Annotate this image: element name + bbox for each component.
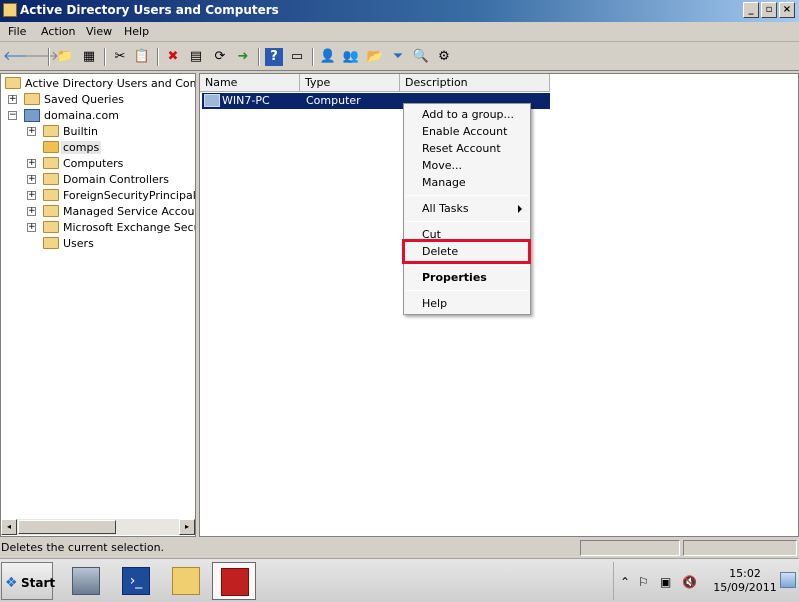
window-titlebar[interactable]: Active Directory Users and Computers _ ▫…: [0, 0, 799, 22]
column-type[interactable]: Type: [300, 74, 400, 92]
powershell-taskbar-button[interactable]: ›_: [114, 562, 158, 600]
expand-icon[interactable]: +: [27, 127, 36, 136]
folder-icon: [43, 237, 59, 249]
menu-separator: [406, 290, 528, 291]
collapse-icon[interactable]: −: [8, 111, 17, 120]
expand-icon[interactable]: +: [27, 159, 36, 168]
copy-icon[interactable]: 📋: [133, 48, 151, 66]
back-arrow-icon[interactable]: 🡐: [3, 48, 38, 66]
powershell-icon: ›_: [122, 567, 150, 595]
menu-item-help[interactable]: Help: [422, 297, 447, 310]
toolbar: 🡐 🡒 📁 ▦ ✂ 📋 ✖ ▤ ⟳ ➜ ? ▭ 👤 👥 📂 ⏷ 🔍 ⚙: [0, 43, 799, 71]
menu-separator: [406, 221, 528, 222]
app-icon: [3, 3, 17, 17]
action-center-flag-icon[interactable]: ⚐: [638, 575, 649, 589]
menu-view[interactable]: View: [86, 25, 112, 38]
filter-icon[interactable]: ⏷: [389, 48, 407, 66]
forward-arrow-icon[interactable]: 🡒: [24, 48, 59, 66]
restore-button[interactable]: ▫: [761, 2, 777, 18]
folder-icon: [24, 93, 40, 105]
folder-icon: [43, 173, 59, 185]
show-hide-tree-icon[interactable]: ▦: [80, 48, 98, 66]
help-icon[interactable]: ?: [265, 48, 283, 66]
folder-icon: [5, 77, 21, 89]
console-tree[interactable]: Active Directory Users and Comput + Save…: [0, 73, 196, 537]
explorer-taskbar-button[interactable]: [164, 562, 208, 600]
add-to-group-icon[interactable]: ⚙: [435, 48, 453, 66]
context-menu: Add to a group... Enable Account Reset A…: [402, 103, 531, 315]
volume-muted-icon[interactable]: 🔇: [682, 575, 697, 589]
scroll-right-icon[interactable]: ▸: [179, 519, 195, 535]
notification-area: ⌃ ⚐ ▣ 🔇 15:02 15/09/2011: [613, 562, 799, 600]
menu-action[interactable]: Action: [41, 25, 75, 38]
menu-help[interactable]: Help: [124, 25, 149, 38]
show-hidden-icons-icon[interactable]: ⌃: [620, 575, 630, 589]
folder-icon: [43, 157, 59, 169]
column-description[interactable]: Description: [400, 74, 550, 92]
computer-icon: [204, 94, 220, 107]
menu-item-all-tasks[interactable]: All Tasks: [422, 202, 469, 215]
expand-icon[interactable]: +: [27, 207, 36, 216]
up-folder-icon[interactable]: 📁: [56, 48, 74, 66]
column-name[interactable]: Name: [200, 74, 300, 92]
scroll-thumb[interactable]: [18, 520, 116, 534]
tree-horizontal-scrollbar[interactable]: ◂ ▸: [1, 519, 195, 535]
window-title: Active Directory Users and Computers: [20, 3, 279, 17]
clock[interactable]: 15:02 15/09/2011: [710, 567, 780, 595]
expand-icon[interactable]: +: [27, 175, 36, 184]
row-name: WIN7-PC: [222, 94, 270, 107]
network-icon[interactable]: ▣: [660, 575, 671, 589]
folder-icon: [43, 221, 59, 233]
menu-item-add-to-group[interactable]: Add to a group...: [422, 108, 514, 121]
explorer-folder-icon: [172, 567, 200, 595]
windows-logo-icon: ❖: [5, 575, 18, 591]
scroll-left-icon[interactable]: ◂: [1, 519, 17, 535]
expand-icon[interactable]: +: [27, 191, 36, 200]
menu-item-enable-account[interactable]: Enable Account: [422, 125, 507, 138]
show-desktop-icon[interactable]: [780, 572, 796, 588]
server-manager-icon: [72, 567, 100, 595]
menu-item-properties[interactable]: Properties: [422, 271, 487, 284]
menu-item-move[interactable]: Move...: [422, 159, 462, 172]
new-group-icon[interactable]: 👥: [342, 48, 360, 66]
server-manager-taskbar-button[interactable]: [64, 562, 108, 600]
find-icon[interactable]: 🔍: [412, 48, 430, 66]
row-type: Computer: [306, 94, 361, 107]
menu-item-reset-account[interactable]: Reset Account: [422, 142, 501, 155]
start-button[interactable]: ❖ Start: [1, 562, 55, 600]
menu-separator: [406, 265, 528, 266]
aduc-taskbar-button[interactable]: [212, 562, 256, 600]
aduc-toolbox-icon: [221, 568, 249, 596]
taskbar: ❖ Start ›_ ⌃ ⚐ ▣ 🔇 15:02 15/09/2011: [0, 558, 799, 602]
menu-item-manage[interactable]: Manage: [422, 176, 466, 189]
status-panel: [580, 540, 680, 556]
folder-icon: [43, 205, 59, 217]
cut-icon[interactable]: ✂: [111, 48, 129, 66]
minimize-button[interactable]: _: [743, 2, 759, 18]
new-ou-icon[interactable]: 📂: [366, 48, 384, 66]
status-text: Deletes the current selection.: [1, 541, 165, 554]
properties-icon[interactable]: ▤: [187, 48, 205, 66]
menu-file[interactable]: File: [8, 25, 26, 38]
export-list-icon[interactable]: ➜: [234, 48, 252, 66]
folder-icon: [43, 189, 59, 201]
delete-icon[interactable]: ✖: [164, 48, 182, 66]
status-panel: [683, 540, 797, 556]
refresh-icon[interactable]: ⟳: [211, 48, 229, 66]
delete-highlight-box: [402, 239, 531, 264]
domain-icon: [24, 109, 40, 122]
submenu-arrow-icon: [518, 205, 522, 213]
ou-folder-icon: [43, 141, 59, 153]
folder-icon: [43, 125, 59, 137]
expand-icon[interactable]: +: [8, 95, 17, 104]
menu-bar: File Action View Help: [0, 22, 799, 42]
new-user-icon[interactable]: 👤: [319, 48, 337, 66]
view-icon[interactable]: ▭: [288, 48, 306, 66]
status-bar: Deletes the current selection.: [0, 539, 799, 557]
expand-icon[interactable]: +: [27, 223, 36, 232]
menu-separator: [406, 195, 528, 196]
close-button[interactable]: ×: [779, 2, 795, 18]
